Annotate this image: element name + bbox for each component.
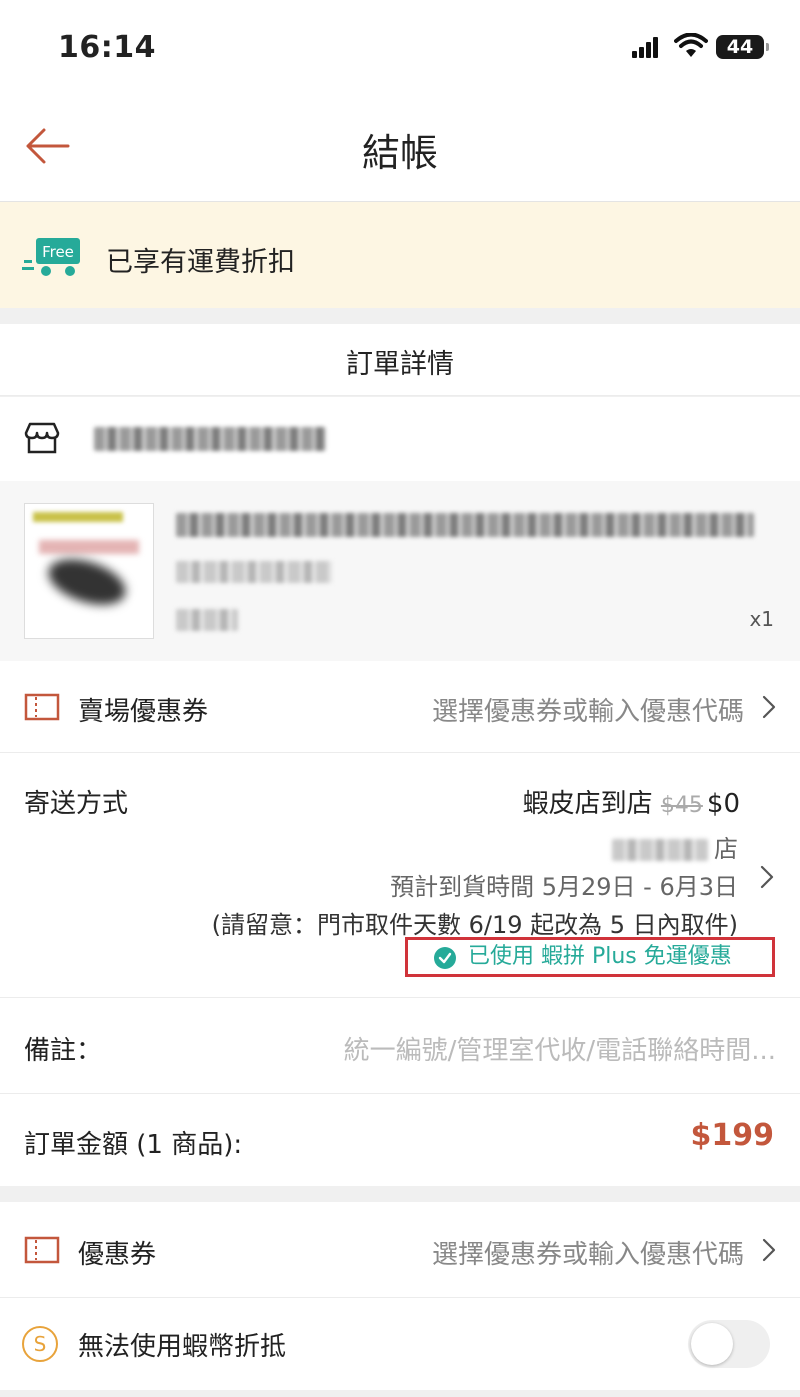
shop-coupon-hint: 選擇優惠券或輸入優惠代碼 bbox=[431, 697, 744, 727]
toggle-knob bbox=[691, 1323, 733, 1365]
chevron-right-icon bbox=[760, 865, 774, 889]
product-thumbnail bbox=[24, 503, 154, 639]
product-variant-redacted bbox=[176, 561, 332, 583]
cellular-signal-icon bbox=[632, 36, 660, 58]
shop-row[interactable] bbox=[0, 397, 800, 481]
order-total-row: 訂單金額 (1 商品): $199 bbox=[0, 1094, 800, 1186]
plus-free-shipping-badge: 已使用 蝦拼 Plus 免運優惠 bbox=[405, 937, 775, 977]
store-suffix: 店 bbox=[714, 835, 738, 863]
header: 結帳 bbox=[0, 96, 800, 202]
shop-name-redacted bbox=[94, 427, 326, 451]
order-total-amount: $199 bbox=[690, 1118, 775, 1153]
shop-icon bbox=[24, 422, 60, 454]
plus-badge-text: 已使用 蝦拼 Plus 免運優惠 bbox=[468, 944, 732, 969]
shipping-discount-banner: Free 已享有運費折扣 bbox=[0, 202, 800, 308]
product-title-redacted bbox=[176, 513, 754, 537]
store-name-redacted bbox=[612, 839, 708, 861]
shop-coupon-row[interactable]: 賣場優惠券 選擇優惠券或輸入優惠代碼 bbox=[0, 661, 800, 752]
shipping-method-label: 寄送方式 bbox=[24, 789, 129, 819]
platform-coupon-label: 優惠券 bbox=[78, 1240, 157, 1270]
notes-input[interactable]: 統一編號/管理室代收/電話聯絡時間... bbox=[344, 1030, 776, 1067]
page-title: 結帳 bbox=[361, 131, 438, 175]
product-item: x1 bbox=[0, 481, 800, 661]
coins-toggle[interactable] bbox=[688, 1320, 770, 1368]
order-total-label: 訂單金額 (1 商品): bbox=[24, 1130, 243, 1160]
check-circle-icon bbox=[434, 947, 456, 969]
status-bar: 16:14 44 bbox=[0, 0, 800, 96]
shipping-discount-text: 已享有運費折扣 bbox=[106, 247, 295, 278]
coins-row: S 無法使用蝦幣折抵 bbox=[0, 1298, 800, 1390]
coupon-ticket-icon bbox=[24, 1236, 60, 1264]
wifi-icon bbox=[674, 33, 708, 57]
coin-icon: S bbox=[22, 1326, 58, 1362]
estimated-delivery: 預計到貨時間 5月29日 - 6月3日 bbox=[390, 873, 738, 901]
chevron-right-icon bbox=[762, 1238, 776, 1262]
order-details-title: 訂單詳情 bbox=[346, 349, 454, 380]
platform-coupon-row[interactable]: 優惠券 選擇優惠券或輸入優惠代碼 bbox=[0, 1202, 800, 1298]
shipping-method-section[interactable]: 寄送方式 蝦皮店到店 $45 $0 店 預計到貨時間 5月29日 - 6月3日 (… bbox=[0, 752, 800, 998]
platform-coupon-hint: 選擇優惠券或輸入優惠代碼 bbox=[431, 1240, 744, 1270]
shop-coupon-label: 賣場優惠券 bbox=[78, 697, 209, 727]
status-time: 16:14 bbox=[58, 30, 156, 65]
notes-label: 備註： bbox=[24, 1036, 103, 1066]
shipping-fee: $0 bbox=[706, 789, 740, 819]
pickup-notice: (請留意：門市取件天數 6/19 起改為 5 日內取件) bbox=[211, 911, 738, 939]
free-label: Free bbox=[42, 243, 74, 261]
notes-row[interactable]: 備註： 統一編號/管理室代收/電話聯絡時間... bbox=[0, 998, 800, 1094]
shipping-method-name: 蝦皮店到店 bbox=[522, 789, 653, 819]
chevron-right-icon bbox=[762, 695, 776, 719]
pickup-store: 店 bbox=[612, 829, 738, 864]
order-details-header: 訂單詳情 bbox=[0, 324, 800, 396]
shipping-method-value: 蝦皮店到店 $45 $0 bbox=[523, 783, 740, 820]
battery-icon: 44 bbox=[716, 35, 769, 59]
coins-label: 無法使用蝦幣折抵 bbox=[78, 1332, 287, 1362]
coupon-ticket-icon bbox=[24, 693, 60, 721]
free-shipping-truck-icon: Free bbox=[22, 238, 80, 276]
product-price-redacted bbox=[176, 609, 238, 631]
product-quantity: x1 bbox=[749, 607, 774, 631]
shipping-original-fee: $45 bbox=[660, 793, 703, 818]
